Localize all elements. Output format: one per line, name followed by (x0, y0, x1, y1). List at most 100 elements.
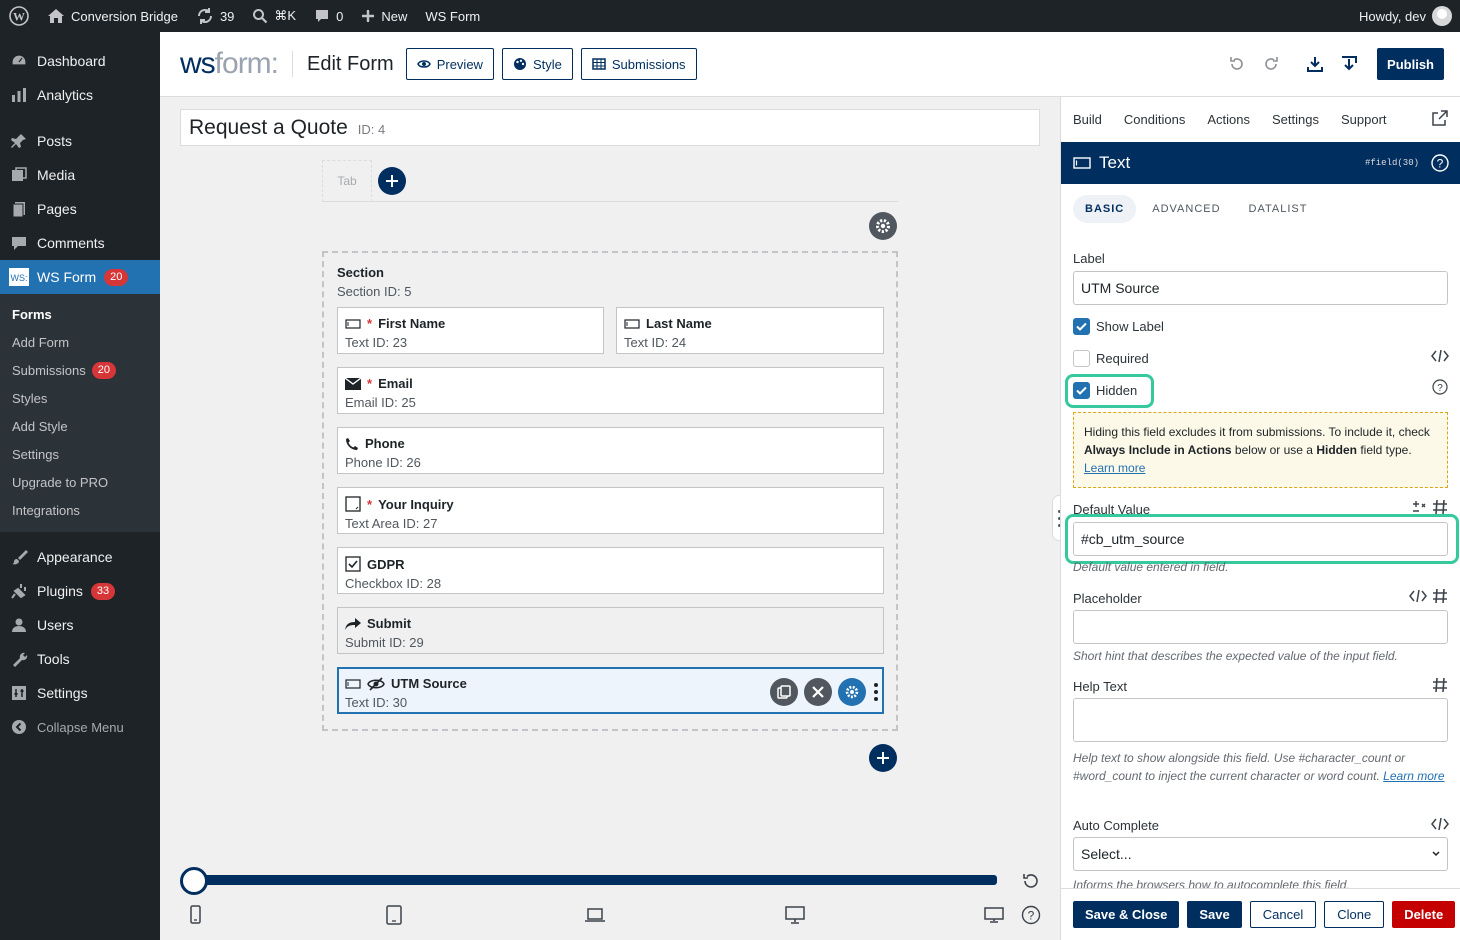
required-checkbox[interactable]: Required (1073, 350, 1149, 367)
download-icon[interactable] (1305, 54, 1325, 74)
sidebar-item-dashboard[interactable]: Dashboard (0, 44, 160, 78)
field-utm-source[interactable]: UTM Source Text ID: 30 (337, 667, 884, 714)
add-tab-button[interactable] (378, 166, 406, 195)
tab-actions[interactable]: Actions (1207, 112, 1250, 127)
collapse-menu-button[interactable]: Collapse Menu (0, 710, 160, 744)
expand-icon[interactable] (1432, 110, 1448, 126)
import-icon[interactable] (1339, 54, 1359, 74)
undo-icon[interactable] (1227, 54, 1247, 74)
submissions-button[interactable]: Submissions (580, 48, 697, 80)
learn-more-link[interactable]: Learn more (1084, 461, 1145, 475)
subtab-datalist[interactable]: DATALIST (1237, 195, 1320, 223)
form-title[interactable]: Request a Quote (189, 116, 348, 140)
default-value-input[interactable]: #cb_utm_source (1073, 522, 1448, 556)
form-title-bar[interactable]: Request a Quote ID: 4 (180, 109, 1040, 146)
hash-icon[interactable] (1432, 499, 1448, 515)
auto-complete-select[interactable]: Select... (1073, 837, 1448, 871)
label-input[interactable]: UTM Source (1073, 271, 1448, 305)
tab-settings[interactable]: Settings (1272, 112, 1319, 127)
tablet-icon[interactable] (384, 905, 404, 925)
wsform-adminbar-link[interactable]: WS Form (416, 0, 489, 32)
submenu-upgrade[interactable]: Upgrade to PRO (0, 468, 160, 496)
style-button[interactable]: Style (501, 48, 573, 80)
hidden-checkbox[interactable]: Hidden (1073, 382, 1137, 399)
sidebar-item-comments[interactable]: Comments (0, 226, 160, 260)
sidebar-item-users[interactable]: Users (0, 608, 160, 642)
tab-support[interactable]: Support (1341, 112, 1387, 127)
delete-field-button[interactable] (804, 678, 832, 706)
command-search[interactable]: ⌘K (243, 0, 305, 32)
clone-field-button[interactable] (770, 678, 798, 706)
tab-build[interactable]: Build (1073, 112, 1102, 127)
sidebar-item-posts[interactable]: Posts (0, 124, 160, 158)
help-icon[interactable]: ? (1431, 154, 1449, 172)
sidebar-item-settings[interactable]: Settings (0, 676, 160, 710)
hash-icon[interactable] (1432, 588, 1448, 604)
wordpress-logo-icon[interactable]: W (0, 0, 38, 32)
preview-button[interactable]: Preview (405, 48, 494, 80)
sidebar-item-pages[interactable]: Pages (0, 192, 160, 226)
tab-item[interactable]: Tab (322, 159, 372, 202)
tab-conditions[interactable]: Conditions (1124, 112, 1185, 127)
settings-icon (9, 683, 29, 703)
reset-icon[interactable] (1021, 871, 1041, 891)
desktop-icon[interactable] (784, 905, 805, 925)
show-label-checkbox[interactable]: Show Label (1073, 318, 1164, 335)
field-last-name[interactable]: Last Name Text ID: 24 (616, 307, 884, 354)
field-gdpr[interactable]: GDPR Checkbox ID: 28 (337, 547, 884, 594)
help-text-textarea[interactable] (1073, 698, 1448, 742)
breakpoint-slider-handle[interactable] (180, 867, 208, 895)
clone-button[interactable]: Clone (1324, 901, 1385, 928)
field-submit[interactable]: Submit Submit ID: 29 (337, 607, 884, 654)
field-variable[interactable]: #field(30) (1365, 158, 1419, 168)
submenu-forms[interactable]: Forms (0, 300, 160, 328)
code-icon[interactable] (1409, 589, 1427, 603)
help-icon[interactable]: ? (1021, 905, 1041, 925)
submenu-submissions[interactable]: Submissions 20 (0, 356, 160, 384)
hash-icon[interactable] (1432, 677, 1448, 693)
sidebar-item-analytics[interactable]: Analytics (0, 78, 160, 112)
submenu-integrations[interactable]: Integrations (0, 496, 160, 524)
drag-handle-icon[interactable] (874, 683, 878, 701)
field-first-name[interactable]: * First Name Text ID: 23 (337, 307, 604, 354)
delete-button[interactable]: Delete (1392, 901, 1456, 928)
help-learn-more-link[interactable]: Learn more (1383, 769, 1444, 783)
save-button[interactable]: Save (1187, 901, 1242, 928)
field-email[interactable]: * Email Email ID: 25 (337, 367, 884, 414)
help-icon[interactable]: ? (1432, 379, 1448, 395)
submenu-settings[interactable]: Settings (0, 440, 160, 468)
field-your-inquiry[interactable]: * Your Inquiry Text Area ID: 27 (337, 487, 884, 534)
comments-link[interactable]: 0 (305, 0, 352, 32)
site-name-link[interactable]: Conversion Bridge (38, 0, 187, 32)
add-section-button[interactable] (869, 744, 897, 772)
code-icon[interactable] (1431, 817, 1449, 831)
submenu-add-form[interactable]: Add Form (0, 328, 160, 356)
form-section[interactable]: Section Section ID: 5 * First Name Text I… (322, 251, 898, 731)
sidebar-item-tools[interactable]: Tools (0, 642, 160, 676)
subtab-basic[interactable]: BASIC (1073, 195, 1137, 223)
sidebar-item-plugins[interactable]: Plugins 33 (0, 574, 160, 608)
updates-link[interactable]: 39 (187, 0, 243, 32)
redo-icon[interactable] (1261, 54, 1281, 74)
sidebar-item-wsform[interactable]: WS: WS Form 20 (0, 260, 160, 294)
large-desktop-icon[interactable] (983, 905, 1004, 925)
submenu-styles[interactable]: Styles (0, 384, 160, 412)
code-icon[interactable] (1431, 349, 1449, 363)
sidebar-item-appearance[interactable]: Appearance (0, 540, 160, 574)
sidebar-item-media[interactable]: Media (0, 158, 160, 192)
placeholder-input[interactable] (1073, 610, 1448, 644)
cancel-button[interactable]: Cancel (1249, 901, 1317, 928)
submenu-add-style[interactable]: Add Style (0, 412, 160, 440)
field-settings-button[interactable] (838, 678, 866, 706)
svg-text:?: ? (1028, 909, 1035, 923)
laptop-icon[interactable] (584, 905, 605, 925)
new-content-link[interactable]: New (352, 0, 416, 32)
publish-button[interactable]: Publish (1377, 48, 1444, 80)
tab-settings-button[interactable] (869, 212, 897, 240)
subtab-advanced[interactable]: ADVANCED (1140, 195, 1232, 223)
user-account-link[interactable]: Howdy, dev (1350, 0, 1460, 32)
breakpoint-slider-track[interactable] (193, 875, 997, 885)
mobile-icon[interactable] (185, 905, 205, 925)
save-close-button[interactable]: Save & Close (1073, 901, 1180, 928)
field-phone[interactable]: Phone Phone ID: 26 (337, 427, 884, 474)
